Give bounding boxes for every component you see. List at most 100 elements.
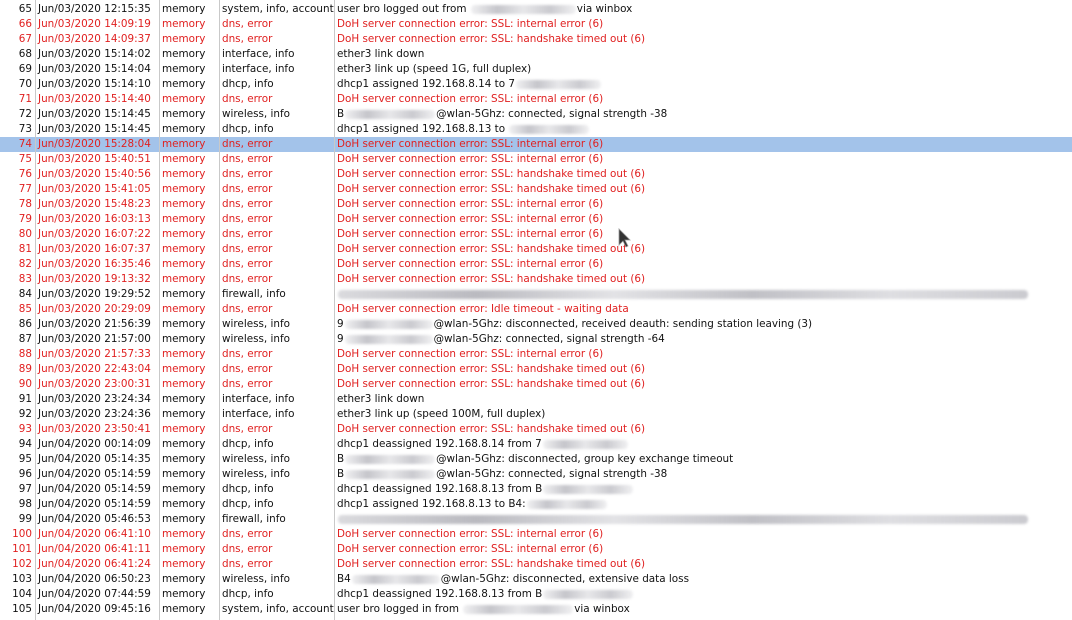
log-topics: dns, error [222,528,273,540]
redacted-text [344,334,433,344]
log-row[interactable]: 92 Jun/03/2020 23:24:36 memory interface, i… [0,407,1072,422]
log-row[interactable]: 95 Jun/04/2020 05:14:35 memory wireless, in… [0,452,1072,467]
log-row[interactable]: 85 Jun/03/2020 20:29:09 memory dns, error Do… [0,302,1072,317]
log-row[interactable]: 73 Jun/03/2020 15:14:45 memory dhcp, info dh… [0,122,1072,137]
log-row[interactable]: 94 Jun/04/2020 00:14:09 memory dhcp, info dh… [0,437,1072,452]
log-time: Jun/03/2020 16:07:22 [38,228,151,240]
message-text: @wlan-5Ghz: disconnected, group key exch… [436,453,734,465]
log-row[interactable]: 72 Jun/03/2020 15:14:45 memory wireless, in… [0,107,1072,122]
log-buffer: memory [162,513,206,525]
log-message: DoH server connection error: SSL: intern… [334,137,1072,152]
log-row[interactable]: 66 Jun/03/2020 14:09:19 memory dns, error Do… [0,17,1072,32]
log-time: Jun/04/2020 06:41:11 [38,543,151,555]
message-text: user bro logged in from [337,603,463,615]
log-topics: interface, info [222,408,295,420]
log-message: DoH server connection error: SSL: handsh… [334,557,1072,572]
log-row[interactable]: 71 Jun/03/2020 15:14:40 memory dns, error Do… [0,92,1072,107]
log-number: 82 [18,258,32,270]
log-row[interactable]: 74 Jun/03/2020 15:28:04 memory dns, error Do… [0,137,1072,152]
log-time: Jun/03/2020 16:07:37 [38,243,151,255]
log-message: DoH server connection error: SSL: intern… [334,92,1072,107]
redacted-text [543,484,634,494]
log-row[interactable]: 84 Jun/03/2020 19:29:52 memory firewall, in… [0,287,1072,302]
log-buffer: memory [162,453,206,465]
log-number: 79 [18,213,32,225]
message-text: DoH server connection error: SSL: handsh… [337,33,646,45]
log-buffer: memory [162,108,206,120]
log-row[interactable]: 91 Jun/03/2020 23:24:34 memory interface, i… [0,392,1072,407]
log-row[interactable]: 93 Jun/03/2020 23:50:41 memory dns, error Do… [0,422,1072,437]
log-row[interactable]: 83 Jun/03/2020 19:13:32 memory dns, error Do… [0,272,1072,287]
log-buffer: memory [162,243,206,255]
log-topics: system, info, account [222,603,334,615]
log-row[interactable]: 90 Jun/03/2020 23:00:31 memory dns, error Do… [0,377,1072,392]
log-topics: wireless, info [222,453,291,465]
log-time: Jun/03/2020 15:41:05 [38,183,151,195]
log-row[interactable]: 101 Jun/04/2020 06:41:11 memory dns, error D… [0,542,1072,557]
log-topics: dhcp, info [222,78,274,90]
log-row[interactable]: 77 Jun/03/2020 15:41:05 memory dns, error Do… [0,182,1072,197]
message-text: @wlan-5Ghz: connected, signal strength -… [433,333,665,345]
log-message: DoH server connection error: Idle timeou… [334,302,1072,317]
log-time: Jun/03/2020 15:28:04 [38,138,151,150]
log-row[interactable]: 82 Jun/03/2020 16:35:46 memory dns, error Do… [0,257,1072,272]
log-row[interactable]: 102 Jun/04/2020 06:41:24 memory dns, error D… [0,557,1072,572]
message-text: dhcp1 assigned 192.168.8.14 to 7 [337,78,516,90]
log-buffer: memory [162,363,206,375]
log-row[interactable]: 96 Jun/04/2020 05:14:59 memory wireless, in… [0,467,1072,482]
log-row[interactable]: 68 Jun/03/2020 15:14:02 memory interface, i… [0,47,1072,62]
log-row[interactable]: 76 Jun/03/2020 15:40:56 memory dns, error Do… [0,167,1072,182]
log-topics: wireless, info [222,333,291,345]
log-row[interactable]: 79 Jun/03/2020 16:03:13 memory dns, error Do… [0,212,1072,227]
log-row[interactable]: 65 Jun/03/2020 12:15:35 memory system, info… [0,2,1072,17]
message-text: dhcp1 assigned 192.168.8.13 to B4: [337,498,526,510]
log-row[interactable]: 100 Jun/04/2020 06:41:10 memory dns, error D… [0,527,1072,542]
log-topics: dns, error [222,213,273,225]
log-row[interactable]: 105 Jun/04/2020 09:45:16 memory system, inf… [0,602,1072,617]
log-row[interactable]: 97 Jun/04/2020 05:14:59 memory dhcp, info dh… [0,482,1072,497]
log-message: DoH server connection error: SSL: handsh… [334,167,1072,182]
log-row[interactable]: 80 Jun/03/2020 16:07:22 memory dns, error Do… [0,227,1072,242]
log-row[interactable]: 103 Jun/04/2020 06:50:23 memory wireless, i… [0,572,1072,587]
log-message: B @wlan-5Ghz: connected, signal strength … [334,467,1072,482]
log-time: Jun/03/2020 21:57:00 [38,333,151,345]
log-message: dhcp1 deassigned 192.168.8.14 from 7 [334,437,1072,452]
log-row[interactable]: 98 Jun/04/2020 05:14:59 memory dhcp, info dh… [0,497,1072,512]
log-row[interactable]: 89 Jun/03/2020 22:43:04 memory dns, error Do… [0,362,1072,377]
log-buffer: memory [162,3,206,15]
log-time: Jun/04/2020 05:14:59 [38,468,151,480]
log-number: 88 [18,348,32,360]
log-time: Jun/03/2020 15:14:10 [38,78,151,90]
log-message: DoH server connection error: SSL: handsh… [334,242,1072,257]
log-table: 65 Jun/03/2020 12:15:35 memory system, info… [0,2,1072,617]
message-text: dhcp1 assigned 192.168.8.13 to [337,123,509,135]
log-row[interactable]: 99 Jun/04/2020 05:46:53 memory firewall, in… [0,512,1072,527]
message-text: ether3 link down [337,393,425,405]
log-row[interactable]: 78 Jun/03/2020 15:48:23 memory dns, error Do… [0,197,1072,212]
log-row[interactable]: 87 Jun/03/2020 21:57:00 memory wireless, in… [0,332,1072,347]
log-time: Jun/04/2020 05:14:59 [38,483,151,495]
log-number: 67 [18,33,32,45]
log-buffer: memory [162,498,206,510]
log-time: Jun/03/2020 23:50:41 [38,423,151,435]
column-divider [35,0,36,620]
log-buffer: memory [162,408,206,420]
log-row[interactable]: 104 Jun/04/2020 07:44:59 memory dhcp, info d… [0,587,1072,602]
log-row[interactable]: 67 Jun/03/2020 14:09:37 memory dns, error Do… [0,32,1072,47]
log-row[interactable]: 88 Jun/03/2020 21:57:33 memory dns, error Do… [0,347,1072,362]
log-number: 66 [18,18,32,30]
log-buffer: memory [162,18,206,30]
log-row[interactable]: 86 Jun/03/2020 21:56:39 memory wireless, in… [0,317,1072,332]
message-text: DoH server connection error: SSL: handsh… [337,273,646,285]
log-row[interactable]: 81 Jun/03/2020 16:07:37 memory dns, error Do… [0,242,1072,257]
log-row[interactable]: 75 Jun/03/2020 15:40:51 memory dns, error Do… [0,152,1072,167]
log-time: Jun/03/2020 12:15:35 [38,3,151,15]
redacted-text [338,514,1028,524]
log-topics: dns, error [222,348,273,360]
column-divider [334,0,335,620]
message-text: DoH server connection error: SSL: intern… [337,153,604,165]
log-message: DoH server connection error: SSL: handsh… [334,272,1072,287]
log-row[interactable]: 70 Jun/03/2020 15:14:10 memory dhcp, info dh… [0,77,1072,92]
log-row[interactable]: 69 Jun/03/2020 15:14:04 memory interface, i… [0,62,1072,77]
log-number: 85 [18,303,32,315]
